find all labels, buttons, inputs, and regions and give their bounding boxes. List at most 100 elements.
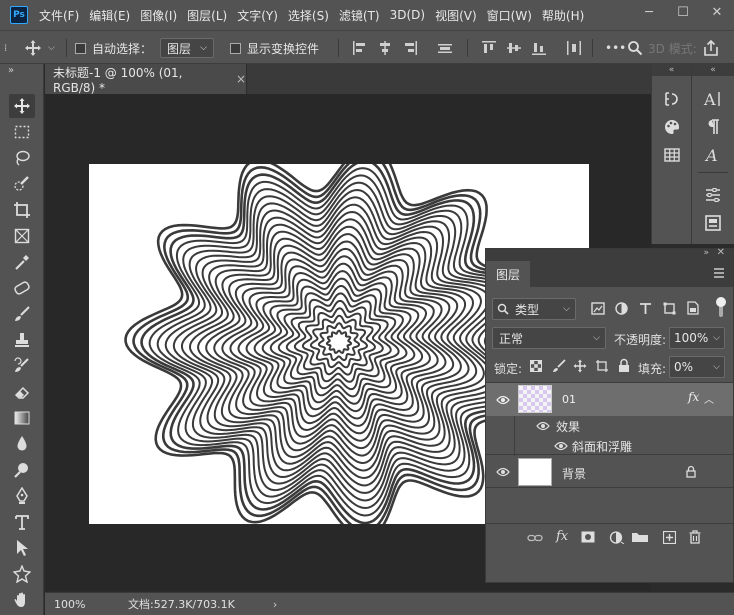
visibility-eye-icon[interactable] [496, 395, 510, 405]
link-layers-icon[interactable] [527, 532, 543, 544]
status-menu-arrow[interactable]: › [273, 598, 277, 611]
layer-row-01[interactable]: 01 fx ︿ [486, 383, 733, 416]
distribute-icon[interactable] [567, 41, 581, 55]
document-tab[interactable]: 未标题-1 @ 100% (01, RGB/8) * × [45, 64, 247, 95]
collapse-dock-icon[interactable]: « [692, 64, 734, 76]
collapse-panel-icon[interactable]: » [703, 248, 709, 258]
show-transform-checkbox[interactable]: 显示变换控件 [230, 31, 319, 65]
menu-image[interactable]: 图像(I) [135, 7, 182, 24]
fill-field[interactable]: 0% ⌵ [669, 356, 725, 378]
align-center-h-icon[interactable] [378, 41, 392, 55]
lock-artboard-icon[interactable] [595, 359, 609, 373]
filter-type-icon[interactable] [639, 302, 652, 315]
pen-tool-icon[interactable] [9, 484, 35, 508]
brush-tool-icon[interactable] [9, 302, 35, 326]
dodge-tool-icon[interactable] [9, 458, 35, 482]
lock-pixels-icon[interactable] [552, 359, 566, 373]
quick-selection-tool-icon[interactable] [9, 172, 35, 196]
glyphs-panel-icon[interactable]: A [701, 144, 725, 166]
align-left-icon[interactable] [353, 41, 367, 55]
close-panel-icon[interactable]: ✕ [717, 247, 725, 258]
minimize-button[interactable]: ─ [632, 0, 666, 24]
menu-select[interactable]: 选择(S) [283, 7, 334, 24]
close-button[interactable]: ✕ [700, 0, 734, 24]
align-top-icon[interactable] [482, 41, 496, 55]
swatches-panel-icon[interactable] [660, 144, 684, 166]
menu-view[interactable]: 视图(V) [430, 7, 482, 24]
align-right-icon[interactable] [403, 41, 417, 55]
move-tool-icon[interactable] [9, 94, 35, 118]
collapse-toolbar-icon[interactable]: » [8, 65, 14, 76]
menu-layer[interactable]: 图层(L) [182, 7, 232, 24]
new-adjustment-layer-icon[interactable] [609, 531, 625, 544]
blend-mode-dropdown[interactable]: 正常 ⌵ [492, 327, 606, 349]
eyedropper-tool-icon[interactable] [9, 250, 35, 274]
properties-panel-icon[interactable] [701, 184, 725, 206]
new-group-icon[interactable] [631, 531, 649, 543]
menu-3d[interactable]: 3D(D) [385, 8, 430, 22]
auto-select-checkbox[interactable]: 自动选择： [75, 31, 152, 65]
marquee-tool-icon[interactable] [9, 120, 35, 144]
filter-toggle-switch[interactable] [716, 297, 726, 321]
visibility-eye-icon[interactable] [536, 421, 550, 431]
new-layer-icon[interactable] [663, 531, 676, 544]
effects-row[interactable]: 效果 [486, 416, 733, 436]
lock-transparent-icon[interactable] [530, 360, 542, 372]
filter-smart-object-icon[interactable] [686, 301, 699, 315]
visibility-eye-icon[interactable] [496, 467, 510, 477]
more-options-button[interactable]: ••• [605, 31, 626, 65]
type-tool-icon[interactable] [9, 510, 35, 534]
visibility-eye-icon[interactable] [554, 441, 568, 451]
filter-pixel-icon[interactable] [591, 302, 605, 315]
close-tab-icon[interactable]: × [236, 72, 246, 86]
trash-icon[interactable] [689, 530, 701, 544]
align-vcenter-icon[interactable] [507, 41, 521, 55]
gradient-tool-icon[interactable] [9, 406, 35, 430]
collapse-effects-icon[interactable]: ︿ [704, 391, 714, 406]
history-brush-tool-icon[interactable] [9, 354, 35, 378]
clone-stamp-tool-icon[interactable] [9, 328, 35, 352]
share-icon[interactable] [702, 31, 720, 65]
menu-type[interactable]: 文字(Y) [232, 7, 283, 24]
effect-bevel-emboss-row[interactable]: 斜面和浮雕 [486, 436, 733, 456]
frame-tool-icon[interactable] [9, 224, 35, 248]
maximize-button[interactable]: ☐ [666, 0, 700, 24]
layer-row-background[interactable]: 背景 [486, 454, 733, 488]
panel-menu-icon[interactable] [713, 267, 725, 282]
add-style-fx-icon[interactable]: fx [556, 529, 568, 544]
healing-brush-tool-icon[interactable] [9, 276, 35, 300]
custom-shape-tool-icon[interactable] [9, 562, 35, 586]
zoom-level[interactable]: 100% [54, 598, 124, 611]
paragraph-panel-icon[interactable] [701, 116, 725, 138]
menu-window[interactable]: 窗口(W) [482, 7, 537, 24]
search-3d-icon[interactable] [627, 31, 643, 65]
layer-lock-icon[interactable] [686, 465, 696, 478]
fx-icon[interactable]: fx [688, 390, 699, 404]
filter-kind-dropdown[interactable]: 类型 ⌵ [492, 298, 576, 320]
opacity-field[interactable]: 100% ⌵ [669, 327, 725, 349]
lock-position-icon[interactable] [573, 359, 587, 373]
eraser-tool-icon[interactable] [9, 380, 35, 404]
color-panel-icon[interactable] [660, 116, 684, 138]
lasso-tool-icon[interactable] [9, 146, 35, 170]
history-panel-icon[interactable] [660, 88, 684, 110]
collapse-dock-icon[interactable]: « [652, 64, 691, 76]
menu-help[interactable]: 帮助(H) [537, 7, 589, 24]
crop-tool-icon[interactable] [9, 198, 35, 222]
path-selection-tool-icon[interactable] [9, 536, 35, 560]
auto-select-dropdown[interactable]: 图层 ⌵ [160, 38, 214, 58]
hand-tool-icon[interactable] [9, 588, 35, 612]
filter-adjustment-icon[interactable] [615, 302, 628, 315]
filter-shape-icon[interactable] [663, 302, 676, 315]
libraries-panel-icon[interactable] [701, 212, 725, 234]
menu-filter[interactable]: 滤镜(T) [334, 7, 385, 24]
align-bottom-icon[interactable] [532, 41, 546, 55]
character-panel-icon[interactable]: A [701, 88, 725, 110]
menu-edit[interactable]: 编辑(E) [84, 7, 135, 24]
tab-layers[interactable]: 图层 [486, 261, 530, 287]
blur-tool-icon[interactable] [9, 432, 35, 456]
lock-all-icon[interactable] [618, 358, 630, 373]
add-mask-icon[interactable] [581, 531, 595, 543]
menu-file[interactable]: 文件(F) [34, 7, 84, 24]
align-middle-icon[interactable] [438, 41, 452, 55]
